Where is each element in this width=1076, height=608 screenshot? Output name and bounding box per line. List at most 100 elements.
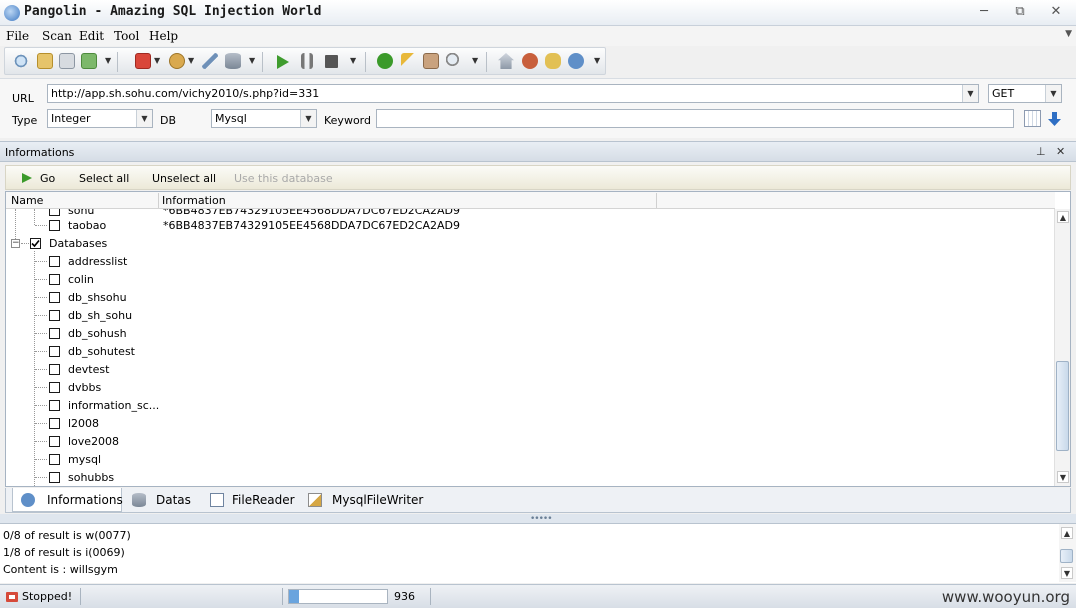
chevron-down-icon[interactable]: ▼ xyxy=(188,56,194,65)
settings-icon[interactable] xyxy=(169,53,185,69)
chevron-down-icon[interactable]: ▼ xyxy=(154,56,160,65)
chevron-down-icon[interactable]: ▼ xyxy=(350,56,356,65)
select-all-button[interactable]: Select all xyxy=(79,172,129,185)
scroll-down-icon[interactable]: ▼ xyxy=(1061,567,1073,579)
row-checkbox[interactable] xyxy=(49,436,60,447)
chevron-down-icon[interactable]: ▼ xyxy=(136,110,152,127)
chevron-down-icon[interactable]: ▼ xyxy=(105,56,111,65)
home-icon[interactable] xyxy=(498,53,514,69)
tree-row-database[interactable]: db_sohutest xyxy=(6,342,1055,360)
tab-datas[interactable]: Datas xyxy=(126,488,202,512)
chevron-down-icon[interactable]: ▼ xyxy=(1045,85,1061,102)
tree-row-taobao[interactable]: taobao *6BB4837EB74329105EE4568DDA7DC67E… xyxy=(6,216,1055,234)
tree-row-database[interactable]: mysql xyxy=(6,450,1055,468)
tree-row-database[interactable]: devtest xyxy=(6,360,1055,378)
bug-icon[interactable] xyxy=(522,53,538,69)
column-divider[interactable] xyxy=(158,193,159,208)
panel-splitter[interactable]: ••••• xyxy=(0,514,1076,524)
info-icon[interactable] xyxy=(568,53,584,69)
tool-icon[interactable] xyxy=(423,53,439,69)
scroll-thumb[interactable] xyxy=(1056,361,1069,451)
tree-row-databases[interactable]: − Databases xyxy=(6,234,1055,252)
tree-row-database[interactable]: information_sc... xyxy=(6,396,1055,414)
row-checkbox[interactable] xyxy=(49,292,60,303)
tree-row-database[interactable]: love2008 xyxy=(6,432,1055,450)
row-checkbox[interactable] xyxy=(49,328,60,339)
chevron-down-icon[interactable]: ▼ xyxy=(594,56,600,65)
menu-tool[interactable]: Tool xyxy=(114,29,139,43)
row-checkbox[interactable] xyxy=(49,274,60,285)
chevron-down-icon[interactable]: ▼ xyxy=(300,110,316,127)
column-name[interactable]: Name xyxy=(11,194,43,207)
row-checkbox[interactable] xyxy=(49,346,60,357)
scan-config-icon[interactable] xyxy=(135,53,151,69)
menu-scan[interactable]: Scan xyxy=(42,29,72,43)
tab-filereader[interactable]: FileReader xyxy=(204,488,298,512)
row-checkbox[interactable] xyxy=(49,220,60,231)
keyword-input[interactable] xyxy=(376,109,1014,128)
save-icon[interactable] xyxy=(59,53,75,69)
tree-row-database[interactable]: db_sohush xyxy=(6,324,1055,342)
row-checkbox[interactable] xyxy=(49,472,60,483)
log-scrollbar[interactable]: ▲ ▼ xyxy=(1059,524,1076,582)
pause-icon[interactable] xyxy=(301,53,313,69)
plugin-icon[interactable] xyxy=(545,53,561,69)
tree-row-database[interactable]: dvbbs xyxy=(6,378,1055,396)
open-file-icon[interactable] xyxy=(37,53,53,69)
tree-row-database[interactable]: addresslist xyxy=(6,252,1055,270)
type-select[interactable]: Integer ▼ xyxy=(47,109,153,128)
chevron-down-icon[interactable]: ▼ xyxy=(962,85,978,102)
db-select[interactable]: Mysql ▼ xyxy=(211,109,317,128)
column-divider[interactable] xyxy=(656,193,657,208)
tree-row-database[interactable]: db_sh_sohu xyxy=(6,306,1055,324)
play-icon[interactable] xyxy=(277,55,289,69)
menu-overflow-icon[interactable]: ▼ xyxy=(1065,29,1072,39)
collapse-icon[interactable]: − xyxy=(11,239,20,248)
row-checkbox[interactable] xyxy=(49,310,60,321)
menu-file[interactable]: File xyxy=(6,29,29,43)
row-checkbox[interactable] xyxy=(49,256,60,267)
search-icon[interactable] xyxy=(13,53,29,69)
close-button[interactable]: ✕ xyxy=(1046,4,1066,20)
tab-informations[interactable]: Informations xyxy=(12,488,123,512)
tree-row-database[interactable]: sohubbs xyxy=(6,468,1055,486)
magnifier-icon[interactable] xyxy=(446,53,462,69)
chevron-down-icon[interactable]: ▼ xyxy=(472,56,478,65)
tree-row-database[interactable]: l2008 xyxy=(6,414,1055,432)
scroll-up-icon[interactable]: ▲ xyxy=(1061,527,1073,539)
close-icon[interactable]: ✕ xyxy=(1056,145,1065,158)
tree-row-database[interactable]: db_shsohu xyxy=(6,288,1055,306)
row-checkbox-checked[interactable] xyxy=(30,238,41,249)
scroll-up-icon[interactable]: ▲ xyxy=(1057,211,1069,223)
key-icon[interactable] xyxy=(401,53,417,69)
restore-button[interactable]: ⧉ xyxy=(1010,4,1030,20)
help-icon[interactable] xyxy=(377,53,393,69)
use-this-database-button[interactable]: Use this database xyxy=(234,172,333,185)
column-information[interactable]: Information xyxy=(162,194,226,207)
url-input[interactable]: http://app.sh.sohu.com/vichy2010/s.php?i… xyxy=(47,84,979,103)
arrow-down-icon[interactable] xyxy=(1046,110,1063,127)
stop-icon[interactable] xyxy=(325,55,338,68)
method-select[interactable]: GET ▼ xyxy=(988,84,1062,103)
row-checkbox[interactable] xyxy=(49,418,60,429)
tab-mysqlfilewriter[interactable]: MysqlFileWriter xyxy=(302,488,423,512)
minimize-button[interactable]: ─ xyxy=(974,4,994,20)
play-icon[interactable] xyxy=(22,173,32,183)
database-icon[interactable] xyxy=(225,53,241,69)
unselect-all-button[interactable]: Unselect all xyxy=(152,172,216,185)
export-icon[interactable] xyxy=(81,53,97,69)
menu-edit[interactable]: Edit xyxy=(79,29,104,43)
scroll-down-icon[interactable]: ▼ xyxy=(1057,471,1069,483)
scroll-thumb[interactable] xyxy=(1060,549,1073,563)
row-checkbox[interactable] xyxy=(49,364,60,375)
row-checkbox[interactable] xyxy=(49,382,60,393)
tree-row-database[interactable]: colin xyxy=(6,270,1055,288)
keyword-picker-icon[interactable] xyxy=(1024,110,1041,127)
row-checkbox[interactable] xyxy=(49,400,60,411)
pin-icon[interactable]: ⊥ xyxy=(1036,145,1046,158)
tree-scrollbar[interactable]: ▲ ▼ xyxy=(1054,209,1070,486)
menu-help[interactable]: Help xyxy=(149,29,178,43)
go-button[interactable]: Go xyxy=(40,172,55,185)
row-checkbox[interactable] xyxy=(49,454,60,465)
wrench-icon[interactable] xyxy=(202,53,218,69)
